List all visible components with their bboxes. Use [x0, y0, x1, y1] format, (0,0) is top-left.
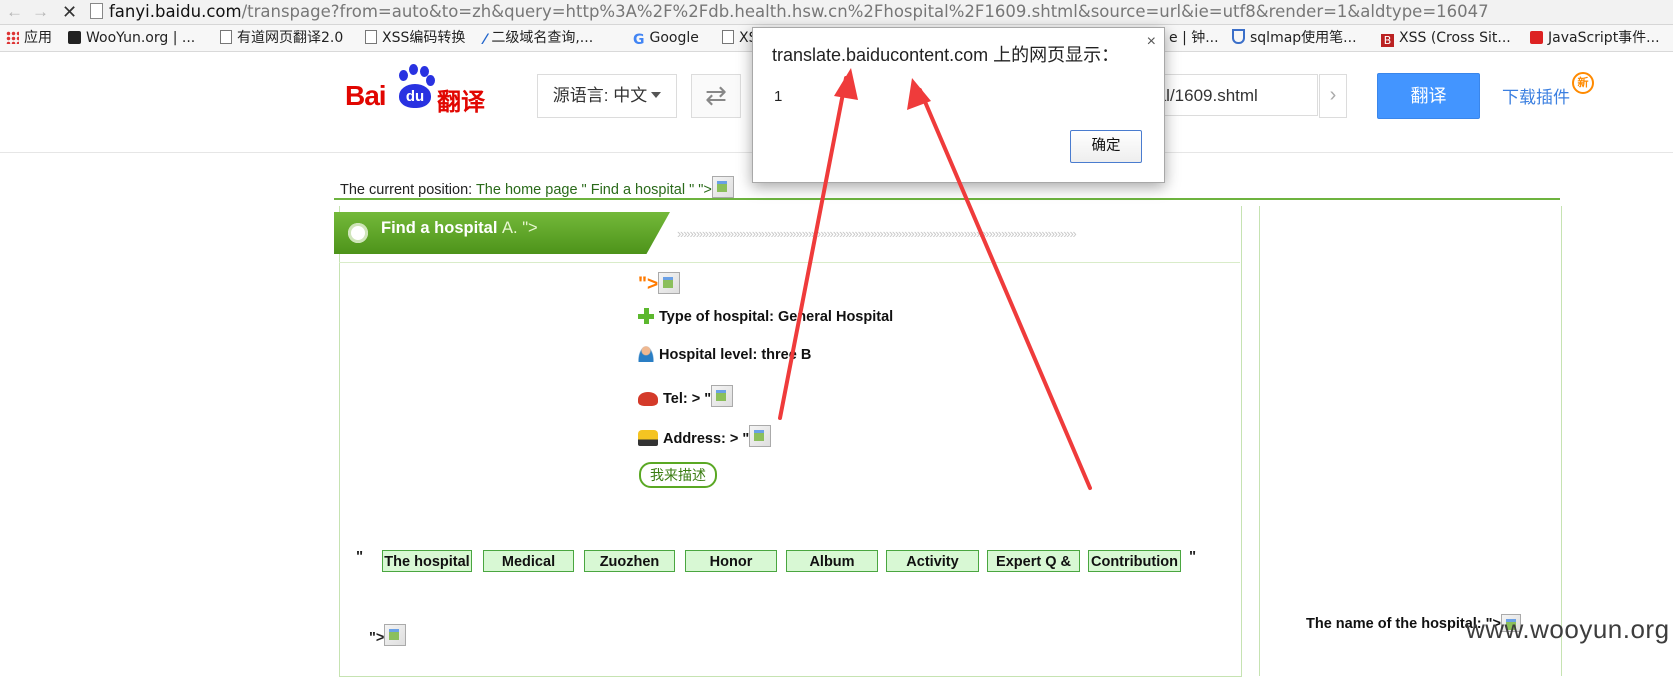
alert-dialog: translate.baiducontent.com 上的网页显示： × 1 确…: [752, 27, 1165, 183]
chevron-down-icon: [651, 92, 662, 98]
apps-icon: [6, 31, 19, 44]
bookmark-javascript[interactable]: JavaScript事件...: [1530, 29, 1660, 47]
bookmark-label: 应用: [24, 30, 52, 46]
stop-icon[interactable]: ✕: [62, 2, 77, 22]
url-field[interactable]: fanyi.baidu.com/transpage?from=auto&to=z…: [90, 1, 1665, 23]
hospital-type: Type of hospital: General Hospital: [638, 308, 893, 325]
phone-icon: [638, 392, 658, 406]
hospital-tabs: " The hospital Medical Zuozhen Honor Alb…: [356, 548, 1206, 574]
bookmark-wooyun[interactable]: WooYun.org | ...: [68, 29, 195, 47]
back-icon[interactable]: ←: [6, 2, 23, 22]
tab-the-hospital[interactable]: The hospital: [382, 550, 472, 572]
injected-quote-bottom: ">: [369, 624, 407, 646]
page-icon: [220, 30, 232, 44]
broken-image-icon: [658, 272, 681, 294]
section-title: Find a hospital A. ">: [381, 219, 538, 237]
forward-icon[interactable]: →: [32, 2, 49, 22]
bookmark-label: XSS (Cross Sit...: [1399, 30, 1511, 46]
broken-image-icon: [711, 176, 734, 198]
translate-button[interactable]: 翻译: [1377, 73, 1480, 119]
close-icon[interactable]: ×: [1147, 33, 1156, 51]
bookmark-label: e | 钟...: [1169, 30, 1219, 46]
swap-languages-button[interactable]: ⇄: [691, 74, 741, 118]
page-icon: [365, 30, 377, 44]
url-path: /transpage?from=auto&to=zh&query=http%3A…: [241, 2, 1489, 21]
bookmark-subdomain[interactable]: ⁄ 二级域名查询,...: [484, 29, 594, 48]
tab-contribution[interactable]: Contribution: [1088, 550, 1181, 572]
watermark: www.wooyun.org: [1466, 614, 1670, 644]
main-content-box: [339, 206, 1242, 677]
tab-honor[interactable]: Honor: [685, 550, 777, 572]
tab-album[interactable]: Album: [786, 550, 878, 572]
injected-quote: ">: [638, 272, 681, 296]
tab-expert-qa[interactable]: Expert Q &: [987, 550, 1080, 572]
browser-address-bar: ← → ✕ fanyi.baidu.com/transpage?from=aut…: [0, 0, 1673, 25]
dialog-title: translate.baiducontent.com 上的网页显示：: [772, 45, 1120, 65]
bookmark-label: JavaScript事件...: [1548, 30, 1660, 46]
bookmark-label: 二级域名查询,...: [491, 30, 594, 46]
ok-button[interactable]: 确定: [1070, 130, 1142, 163]
describe-button[interactable]: 我来描述: [639, 462, 717, 488]
bookmark-label: Google: [649, 30, 699, 46]
bullet-icon: [348, 223, 368, 243]
xss-icon: B: [1381, 34, 1394, 47]
google-icon: G: [633, 32, 645, 48]
broken-image-icon: [749, 425, 772, 447]
bookmark-label: sqlmap使用笔...: [1250, 30, 1357, 46]
page-icon: [90, 3, 103, 19]
taxi-icon: [638, 430, 658, 446]
chevron-right-icon[interactable]: ›: [1319, 74, 1347, 118]
bookmark-zhong[interactable]: e | 钟...: [1169, 29, 1219, 47]
bookmark-apps[interactable]: 应用: [6, 29, 52, 47]
plus-icon: [638, 308, 654, 324]
url-domain: fanyi.baidu.com: [109, 2, 242, 21]
tab-medical[interactable]: Medical: [483, 550, 574, 572]
js-icon: [1530, 31, 1543, 44]
link-icon: ⁄: [484, 32, 487, 48]
bookmark-label: XSS编码转换: [382, 30, 466, 46]
bookmark-xss[interactable]: B XSS (Cross Sit...: [1381, 29, 1511, 47]
decorative-chevrons: »»»»»»»»»»»»»»»»»»»»»»»»»»»»»»»»»»»»»»»»…: [677, 226, 1077, 241]
logo-product: 翻译: [437, 89, 485, 116]
tab-quote-close: ": [1189, 548, 1197, 565]
breadcrumb-prefix: The current position:: [340, 182, 476, 198]
tab-activity[interactable]: Activity: [886, 550, 979, 572]
hospital-tel: Tel: > ": [638, 385, 734, 407]
tab-quote-open: ": [356, 548, 364, 565]
hospital-level: Hospital level: three B: [638, 346, 811, 363]
download-plugin-link[interactable]: 下载插件: [1502, 83, 1570, 108]
breadcrumb: The current position: The home page " Fi…: [340, 176, 734, 198]
bookmark-xss-encode[interactable]: XSS编码转换: [365, 29, 465, 47]
divider: [334, 198, 1560, 200]
broken-image-icon: [384, 624, 407, 646]
bookmark-google[interactable]: G Google: [633, 29, 699, 48]
hospital-address: Address: > ": [638, 425, 772, 447]
bookmark-label: 有道网页翻译2.0: [237, 30, 344, 46]
bookmark-label: WooYun.org | ...: [86, 30, 196, 46]
bookmark-youdao[interactable]: 有道网页翻译2.0: [220, 29, 343, 47]
logo-bai: Bai: [345, 80, 387, 111]
baidu-paw-icon: du: [395, 64, 435, 108]
source-language-label: 源语言: 中文: [552, 86, 648, 105]
bookmark-sqlmap[interactable]: sqlmap使用笔...: [1232, 29, 1357, 47]
broken-image-icon: [711, 385, 734, 407]
sidebar-box: [1259, 206, 1562, 676]
page-icon: [722, 30, 734, 44]
person-icon: [638, 346, 654, 362]
source-language-select[interactable]: 源语言: 中文: [537, 74, 677, 118]
breadcrumb-link[interactable]: The home page " Find a hospital " ">: [476, 182, 712, 198]
wooyun-icon: [68, 31, 81, 44]
divider: [339, 262, 1240, 263]
tab-zuozhen[interactable]: Zuozhen: [584, 550, 675, 572]
shield-icon: [1232, 29, 1245, 44]
dialog-message: 1: [774, 88, 783, 105]
new-badge: 新: [1572, 72, 1594, 94]
